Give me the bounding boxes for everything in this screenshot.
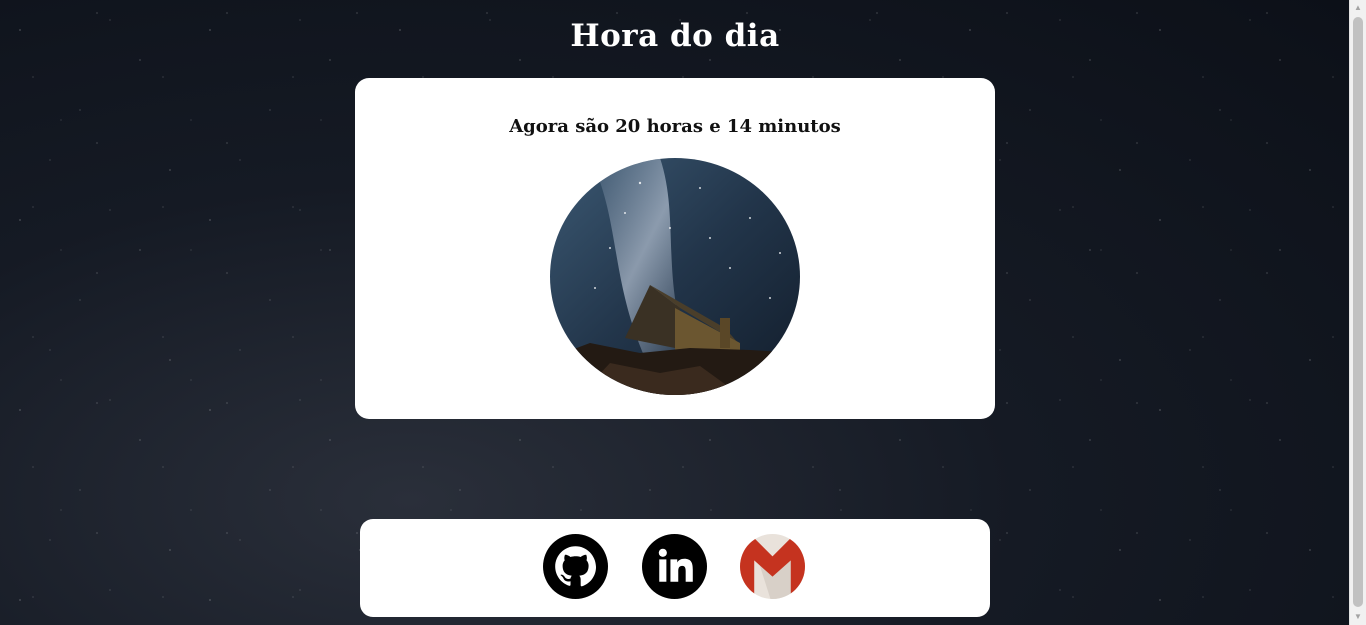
vertical-scrollbar[interactable]: ▲ ▼ (1349, 0, 1366, 625)
gmail-label: Gmail (740, 599, 741, 600)
linkedin-link[interactable]: LinkedIn (642, 534, 707, 599)
gmail-icon (740, 534, 805, 599)
night-church-photo (550, 158, 800, 395)
github-link[interactable]: GitHub (543, 534, 608, 599)
time-card: Agora são 20 horas e 14 minutos (355, 78, 995, 419)
linkedin-icon (642, 534, 707, 599)
github-icon (543, 534, 608, 599)
page-title: Hora do dia (570, 18, 780, 54)
scroll-thumb[interactable] (1353, 17, 1363, 607)
time-message: Agora são 20 horas e 14 minutos (509, 116, 841, 137)
scroll-down-arrow-icon[interactable]: ▼ (1350, 609, 1366, 625)
gmail-link[interactable]: Gmail (740, 534, 805, 599)
social-footer: GitHub LinkedIn Gmail (360, 519, 990, 617)
linkedin-label: LinkedIn (642, 599, 643, 600)
github-label: GitHub (543, 599, 544, 600)
scroll-up-arrow-icon[interactable]: ▲ (1350, 0, 1366, 16)
